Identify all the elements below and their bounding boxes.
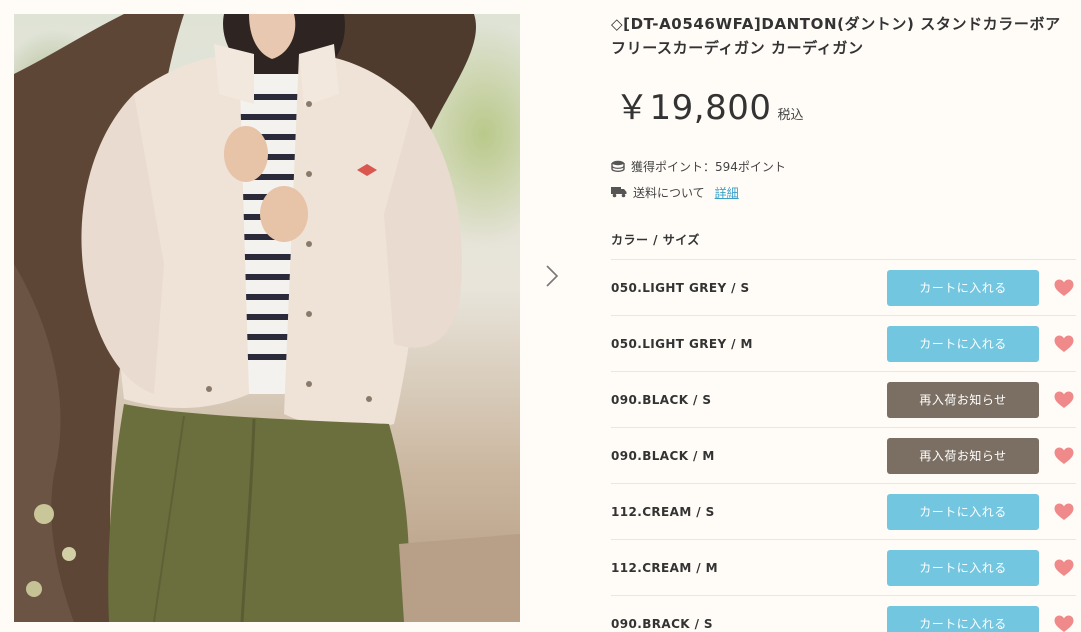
favorite-button[interactable] [1053, 613, 1075, 632]
favorite-button[interactable] [1053, 557, 1075, 579]
heart-icon [1054, 279, 1074, 296]
product-title: ◇[DT-A0546WFA]DANTON(ダントン) スタンドカラーボアフリース… [611, 15, 1061, 57]
add-to-cart-button[interactable]: カートに入れる [887, 493, 1039, 530]
shipping-row: 送料について 詳細 [611, 179, 1076, 205]
product-price: ￥19,800 [615, 88, 772, 128]
variant-row: 112.CREAM / S カートに入れる [611, 484, 1076, 540]
truck-icon [611, 187, 627, 198]
product-info: ◇[DT-A0546WFA]DANTON(ダントン) スタンドカラーボアフリース… [611, 12, 1076, 632]
variant-name: 090.BLACK / M [611, 448, 715, 463]
variant-list: 050.LIGHT GREY / S カートに入れる 050.LIGHT GRE… [611, 259, 1076, 632]
product-image[interactable] [14, 14, 520, 622]
restock-notify-button[interactable]: 再入荷お知らせ [887, 437, 1039, 474]
product-photo-illustration [14, 14, 520, 622]
variant-row: 090.BLACK / S 再入荷お知らせ [611, 372, 1076, 428]
variant-name: 050.LIGHT GREY / M [611, 336, 753, 351]
shipping-text: 送料について [633, 185, 705, 200]
favorite-button[interactable] [1053, 445, 1075, 467]
tax-label: 税込 [777, 108, 804, 123]
variant-name: 112.CREAM / S [611, 504, 715, 519]
variant-row: 090.BLACK / M 再入荷お知らせ [611, 428, 1076, 484]
points-row: 獲得ポイント：594ポイント [611, 153, 1076, 179]
variants-header: カラー / サイズ [611, 233, 700, 247]
variant-row: 050.LIGHT GREY / S カートに入れる [611, 260, 1076, 316]
favorite-button[interactable] [1053, 389, 1075, 411]
add-to-cart-button[interactable]: カートに入れる [887, 269, 1039, 306]
variant-name: 050.LIGHT GREY / S [611, 280, 750, 295]
variant-row: 050.LIGHT GREY / M カートに入れる [611, 316, 1076, 372]
chevron-right-icon [546, 265, 559, 287]
heart-icon [1054, 391, 1074, 408]
heart-icon [1054, 447, 1074, 464]
favorite-button[interactable] [1053, 501, 1075, 523]
add-to-cart-button[interactable]: カートに入れる [887, 549, 1039, 586]
variant-row: 090.BRACK / S カートに入れる [611, 596, 1076, 632]
price-row: ￥19,800 税込 [611, 80, 1076, 129]
shipping-details-link[interactable]: 詳細 [715, 184, 739, 201]
product-meta: 獲得ポイント：594ポイント 送料について 詳細 [611, 153, 1076, 205]
favorite-button[interactable] [1053, 333, 1075, 355]
add-to-cart-button[interactable]: カートに入れる [887, 325, 1039, 362]
heart-icon [1054, 335, 1074, 352]
heart-icon [1054, 615, 1074, 632]
restock-notify-button[interactable]: 再入荷お知らせ [887, 381, 1039, 418]
variant-name: 090.BRACK / S [611, 616, 713, 631]
add-to-cart-button[interactable]: カートに入れる [887, 605, 1039, 632]
points-text: 獲得ポイント：594ポイント [631, 159, 786, 174]
next-image-button[interactable] [536, 258, 568, 294]
heart-icon [1054, 503, 1074, 520]
variant-name: 090.BLACK / S [611, 392, 712, 407]
variant-row: 112.CREAM / M カートに入れる [611, 540, 1076, 596]
variant-name: 112.CREAM / M [611, 560, 718, 575]
heart-icon [1054, 559, 1074, 576]
coins-icon [611, 160, 625, 172]
favorite-button[interactable] [1053, 277, 1075, 299]
